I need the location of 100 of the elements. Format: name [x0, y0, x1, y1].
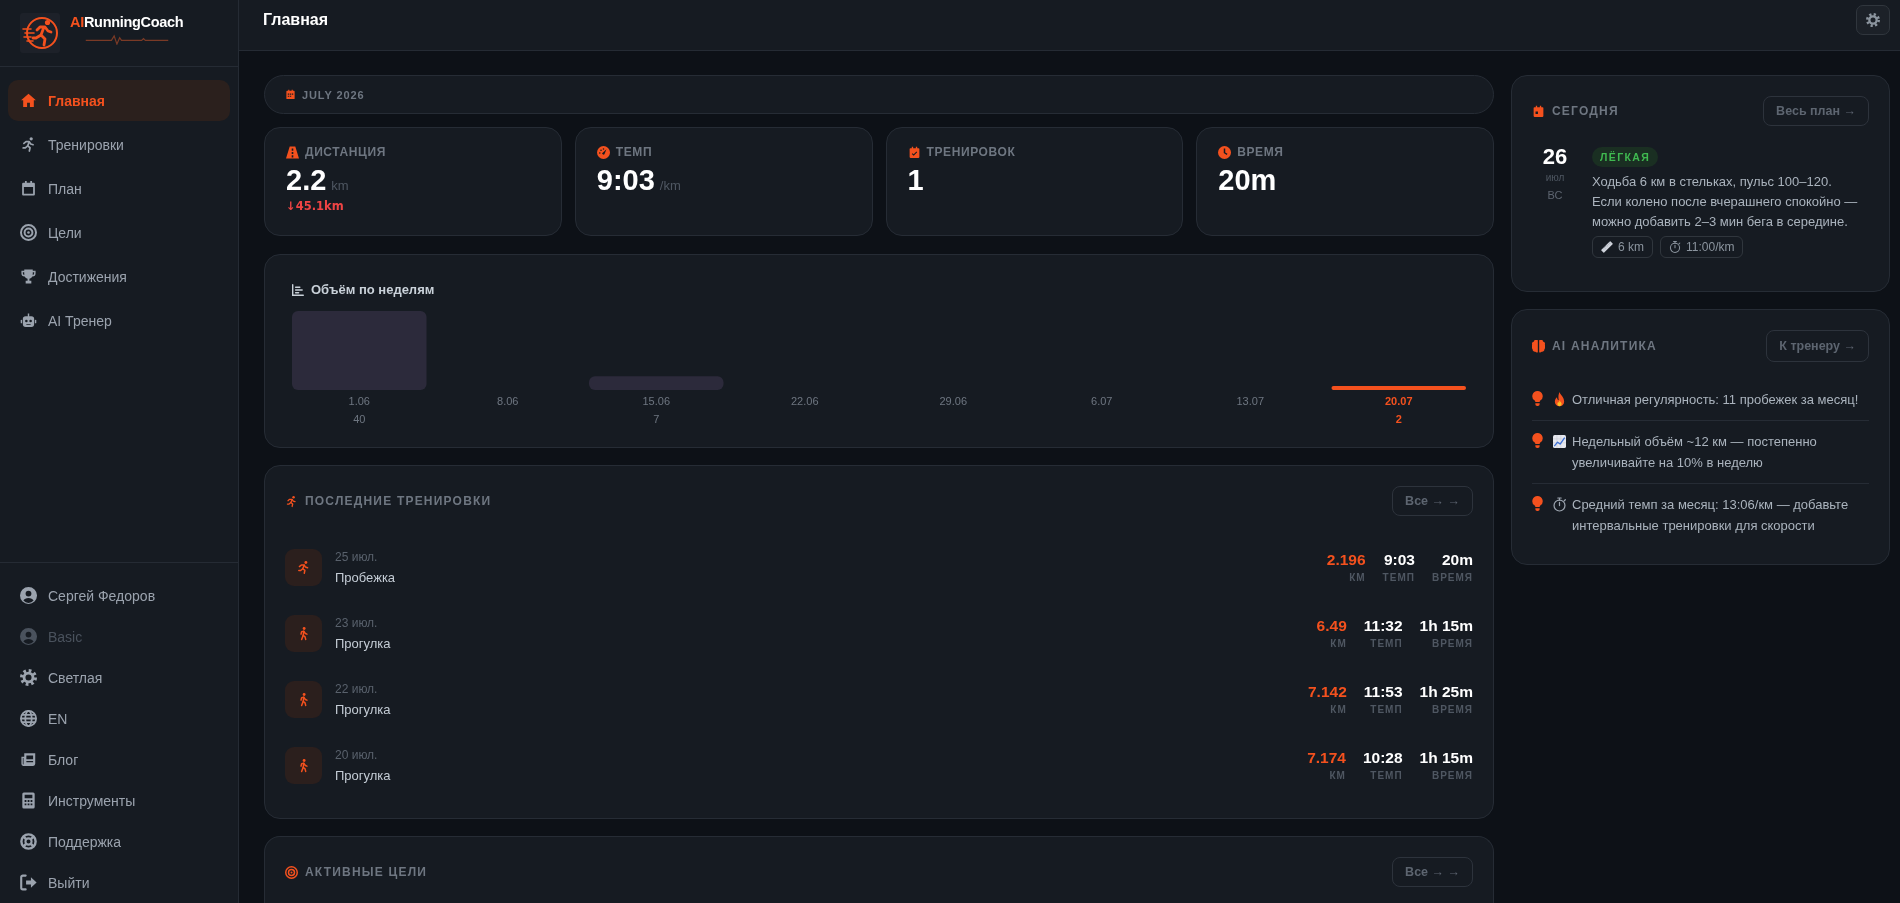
workout-description: Ходьба 6 км в стельках, пульс 100–120. Если колено после вчерашнего спокойно — можно добавить 2–3 мин бега в середине. — [1592, 173, 1859, 231]
walker-icon — [285, 614, 322, 652]
road-icon — [286, 145, 299, 159]
chip-text: 11:00/km — [1686, 240, 1735, 254]
rising-chart-icon — [1553, 434, 1566, 449]
settings-button[interactable] — [1856, 5, 1890, 35]
logo-icon[interactable] — [20, 13, 60, 53]
section-title: СЕГОДНЯ — [1552, 104, 1619, 118]
workout-name: Прогулка — [335, 700, 391, 718]
workout-stat-value: 11:32 — [1363, 616, 1403, 635]
runner-icon — [20, 136, 37, 153]
flame-icon — [1553, 392, 1566, 407]
nav-item[interactable]: Достижения — [8, 256, 230, 297]
workout-stat-label: ВРЕМЯ — [1431, 637, 1473, 650]
sidebar-item[interactable]: Поддержка — [8, 821, 230, 862]
walker-icon — [285, 746, 322, 784]
user-icon — [20, 628, 37, 645]
workout-stat-label: ТЕМП — [1370, 769, 1403, 782]
sidebar-item[interactable]: Инструменты — [8, 780, 230, 821]
insight-text: Недельный объём ~12 км — постепенно увеличивайте на 10% в неделю — [1572, 433, 1818, 472]
month-label: июл — [1545, 171, 1565, 185]
sidebar-item[interactable]: Сергей Федоров — [8, 575, 230, 616]
ruler-icon — [1601, 241, 1613, 253]
sign-out-icon — [20, 874, 37, 891]
bar-value-label: 40 — [353, 413, 366, 425]
week-label: 6.07 — [1091, 395, 1113, 407]
workout-stat-label: ВРЕМЯ — [1431, 769, 1473, 782]
gauge-icon — [596, 145, 610, 159]
robot-icon — [20, 312, 37, 329]
workout-stat-value: 10:28 — [1362, 748, 1403, 767]
target-icon — [285, 865, 298, 879]
workout-stat-value: 11:53 — [1363, 682, 1403, 701]
workout-stat-value: 1h 25m — [1419, 682, 1473, 701]
nav-item[interactable]: Тренировки — [8, 124, 230, 165]
workout-stat-value: 6.49 — [1316, 616, 1347, 635]
workout-stat-value: 2.196 — [1326, 550, 1366, 569]
calendar-icon — [1532, 104, 1545, 118]
week-label: 29.06 — [939, 395, 967, 407]
workout-stat-value: 20m — [1441, 550, 1473, 569]
stat-label: ТРЕНИРОВОК — [926, 145, 1016, 159]
workout-stat-label: ВРЕМЯ — [1431, 571, 1473, 584]
page-title: Главная — [263, 11, 329, 29]
stat-value: 1 — [907, 163, 924, 197]
sidebar-item[interactable]: EN — [8, 698, 230, 739]
workout-stat-value: 7.142 — [1308, 682, 1347, 701]
month-label: JULY 2026 — [302, 88, 365, 101]
user-icon — [20, 587, 37, 604]
week-label: 20.07 — [1385, 395, 1413, 407]
workout-date: 25 июл. — [335, 548, 378, 565]
runner-icon — [285, 494, 298, 508]
bar-chart-icon — [292, 284, 304, 296]
nav-item[interactable]: Цели — [8, 212, 230, 253]
workout-date: 22 июл. — [335, 680, 378, 697]
workout-name: Прогулка — [335, 634, 391, 652]
nav-item[interactable]: План — [8, 168, 230, 209]
newspaper-icon — [20, 751, 37, 768]
globe-icon — [20, 710, 37, 727]
nav-item[interactable]: AI Тренер — [8, 300, 230, 341]
runner-icon — [285, 548, 322, 586]
stat-unit: /km — [659, 178, 681, 193]
calendar-icon — [285, 89, 296, 100]
settings-icon — [20, 669, 37, 686]
week-label: 8.06 — [497, 395, 519, 407]
stat-delta: ↓45.1km — [286, 199, 344, 213]
stat-value: 20m — [1218, 163, 1277, 197]
lightbulb-icon — [1532, 433, 1543, 448]
calendar-check-icon — [907, 145, 921, 159]
workout-stat-label: ТЕМП — [1382, 571, 1415, 584]
trophy-icon — [20, 268, 37, 285]
section-title: АКТИВНЫЕ ЦЕЛИ — [305, 865, 428, 879]
workout-date: 20 июл. — [335, 746, 378, 763]
sidebar-item[interactable]: Выйти — [8, 862, 230, 903]
sidebar-item[interactable]: Блог — [8, 739, 230, 780]
stat-label: ВРЕМЯ — [1237, 145, 1284, 159]
sidebar-item: Basic — [8, 616, 230, 657]
week-label: 15.06 — [642, 395, 670, 407]
workout-stat-label: КМ — [1330, 703, 1347, 716]
workout-stat-label: КМ — [1330, 637, 1347, 650]
workout-name: Прогулка — [335, 766, 391, 784]
stopwatch-icon — [1669, 241, 1681, 253]
app-wordmark[interactable]: AIRunningCoach — [70, 13, 184, 31]
sidebar-item[interactable]: Светлая — [8, 657, 230, 698]
home-icon — [20, 92, 37, 109]
stat-label: ДИСТАНЦИЯ — [305, 145, 386, 159]
stopwatch-icon — [1553, 497, 1566, 512]
life-ring-icon — [20, 833, 37, 850]
stat-unit: km — [331, 178, 349, 193]
settings-icon — [1866, 13, 1880, 27]
section-title: ПОСЛЕДНИЕ ТРЕНИРОВКИ — [305, 494, 492, 508]
lightbulb-icon — [1532, 496, 1543, 511]
insight-text: Средний темп за месяц: 13:06/км — добавьте интервальные тренировки для скорости — [1572, 496, 1850, 535]
chip-text: 6 km — [1618, 240, 1644, 254]
workout-date: 23 июл. — [335, 614, 378, 631]
bar-value-label: 2 — [1395, 413, 1402, 425]
weekday-label: ВС — [1547, 188, 1563, 202]
workout-stat-label: КМ — [1329, 769, 1346, 782]
workout-name: Пробежка — [335, 568, 396, 586]
stat-value: 9:03 — [596, 163, 655, 197]
intensity-badge: ЛЁГКАЯ — [1592, 147, 1659, 167]
nav-item[interactable]: Главная — [8, 80, 230, 121]
